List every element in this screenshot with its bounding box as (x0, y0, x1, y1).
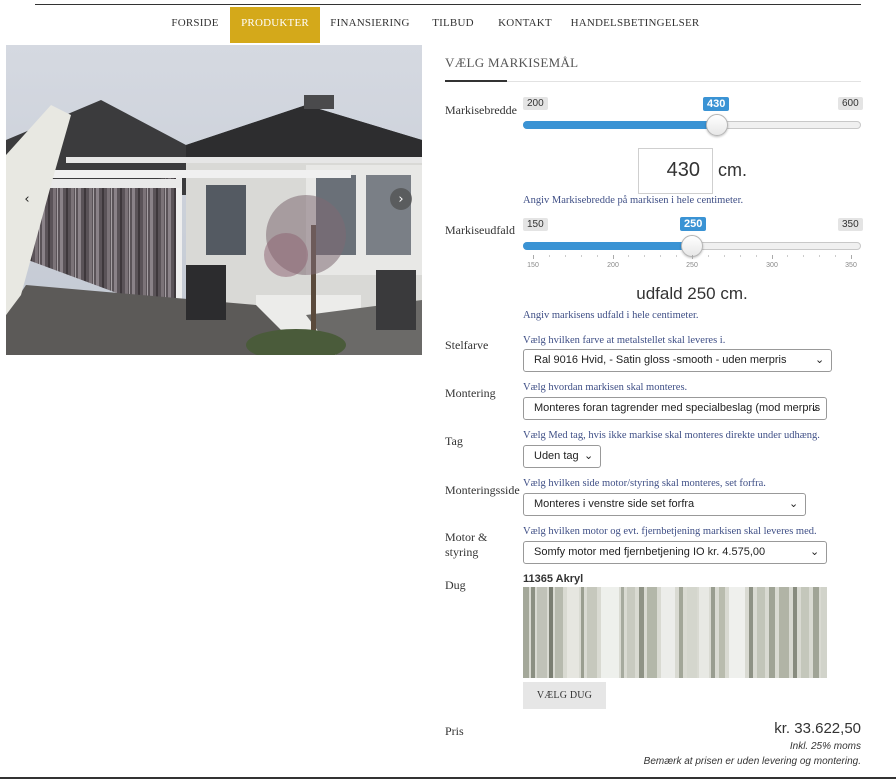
gallery-next-button[interactable]: › (390, 188, 412, 210)
tag-label: Tag (445, 434, 463, 448)
heading-divider (445, 81, 861, 82)
choose-fabric-button[interactable]: VÆLG DUG (523, 682, 606, 709)
monteringsside-label: Monteringsside (445, 483, 520, 497)
udfald-tick (724, 255, 725, 257)
bredde-slider[interactable] (523, 114, 861, 138)
nav-item-forside[interactable]: FORSIDE (160, 7, 230, 43)
udfald-fill (523, 242, 692, 250)
udfald-tick (772, 255, 773, 259)
udfald-tick-label: 200 (607, 262, 619, 269)
udfald-tick (851, 255, 852, 259)
price-vat-note: Inkl. 25% moms (789, 741, 861, 752)
chevron-down-icon: ⌄ (584, 449, 594, 462)
top-divider (35, 4, 861, 5)
monteringsside-selected: Monteres i venstre side set forfra (534, 498, 695, 510)
udfald-tick (533, 255, 534, 259)
udfald-tick (581, 255, 582, 257)
udfald-tick (708, 255, 709, 257)
udfald-handle[interactable] (681, 235, 703, 257)
udfald-tick (692, 255, 693, 259)
montering-help: Vælg hvordan markisen skal monteres. (523, 382, 688, 393)
main-nav: FORSIDE PRODUKTER FINANSIERING TILBUD KO… (0, 7, 896, 43)
udfald-display: udfald 250 cm. (636, 284, 748, 303)
heading-underline (445, 80, 507, 82)
chevron-down-icon: ⌄ (810, 545, 820, 558)
udfald-tick (740, 255, 741, 257)
motor-selected: Somfy motor med fjernbetjening IO kr. 4.… (534, 546, 766, 558)
bredde-input[interactable]: 430 (638, 148, 713, 194)
stelfarve-help: Vælg hvilken farve at metalstellet skal … (523, 335, 726, 346)
dug-title: 11365 Akryl (523, 573, 584, 585)
motor-label-line2: styring (445, 545, 479, 559)
stelfarve-select[interactable]: Ral 9016 Hvid, - Satin gloss -smooth - u… (523, 349, 832, 372)
monteringsside-help: Vælg hvilken side motor/styring skal mon… (523, 478, 766, 489)
bredde-value-tag: 430 (703, 97, 730, 111)
udfald-tick-label: 150 (527, 262, 539, 269)
price-value: kr. 33.622,50 (774, 720, 861, 737)
udfald-tick (628, 255, 629, 257)
udfald-tick (565, 255, 566, 257)
udfald-tick (756, 255, 757, 257)
stelfarve-label: Stelfarve (445, 338, 489, 352)
price-delivery-note: Bemærk at prisen er uden levering og mon… (643, 756, 861, 767)
udfald-tick-label: 300 (766, 262, 778, 269)
chevron-right-icon: › (398, 191, 404, 207)
chevron-down-icon: ⌄ (815, 353, 825, 366)
udfald-tick (835, 255, 836, 257)
udfald-label: Markiseudfald (445, 223, 515, 237)
dug-label: Dug (445, 578, 466, 592)
tag-select[interactable]: Uden tag ⌄ (523, 445, 601, 468)
section-heading: VÆLG MARKISEMÅL (445, 55, 579, 70)
bredde-fill (523, 121, 717, 129)
tag-selected: Uden tag (534, 450, 579, 462)
udfald-tick-label: 250 (686, 262, 698, 269)
nav-item-kontakt[interactable]: KONTAKT (486, 7, 564, 43)
udfald-max-tag: 350 (838, 218, 863, 231)
udfald-tick (676, 255, 677, 257)
udfald-tick (644, 255, 645, 257)
monteringsside-select[interactable]: Monteres i venstre side set forfra ⌄ (523, 493, 806, 516)
pris-label: Pris (445, 724, 464, 738)
chevron-down-icon: ⌄ (810, 401, 820, 414)
bredde-label: Markisebredde (445, 103, 517, 117)
motor-help: Vælg hvilken motor og evt. fjernbetjenin… (523, 526, 817, 537)
stelfarve-selected: Ral 9016 Hvid, - Satin gloss -smooth - u… (534, 354, 787, 366)
chevron-down-icon: ⌄ (789, 497, 799, 510)
nav-item-handelsbetingelser[interactable]: HANDELSBETINGELSER (564, 7, 706, 43)
bredde-unit: cm. (718, 160, 747, 180)
product-photo: ‹ › (6, 45, 422, 355)
fabric-swatch (523, 587, 827, 678)
udfald-tick (660, 255, 661, 257)
chevron-left-icon: ‹ (24, 191, 30, 207)
montering-select[interactable]: Monteres foran tagrender med specialbesl… (523, 397, 827, 420)
udfald-min-tag: 150 (523, 218, 548, 231)
udfald-tick (597, 255, 598, 257)
bredde-max-tag: 600 (838, 97, 863, 110)
udfald-tick-label: 350 (845, 262, 857, 269)
nav-item-produkter[interactable]: PRODUKTER (230, 7, 320, 43)
udfald-tick (549, 255, 550, 257)
udfald-help: Angiv markisens udfald i hele centimeter… (523, 310, 699, 321)
udfald-value-tag: 250 (680, 217, 707, 231)
montering-label: Montering (445, 386, 496, 400)
bredde-min-tag: 200 (523, 97, 548, 110)
nav-item-finansiering[interactable]: FINANSIERING (320, 7, 420, 43)
udfald-tick (787, 255, 788, 257)
bredde-help: Angiv Markisebredde på markisen i hele c… (523, 195, 744, 206)
nav-item-tilbud[interactable]: TILBUD (420, 7, 486, 43)
bredde-handle[interactable] (706, 114, 728, 136)
bottom-divider (0, 777, 896, 779)
montering-selected: Monteres foran tagrender med specialbesl… (534, 402, 821, 414)
tag-help: Vælg Med tag, hvis ikke markise skal mon… (523, 430, 820, 441)
motor-label-line1: Motor & (445, 530, 488, 544)
udfald-tick (613, 255, 614, 259)
udfald-ticks: 150 200 250 300 350 (523, 255, 861, 273)
udfald-tick (819, 255, 820, 257)
gallery-prev-button[interactable]: ‹ (16, 188, 38, 210)
motor-select[interactable]: Somfy motor med fjernbetjening IO kr. 4.… (523, 541, 827, 564)
udfald-tick (803, 255, 804, 257)
